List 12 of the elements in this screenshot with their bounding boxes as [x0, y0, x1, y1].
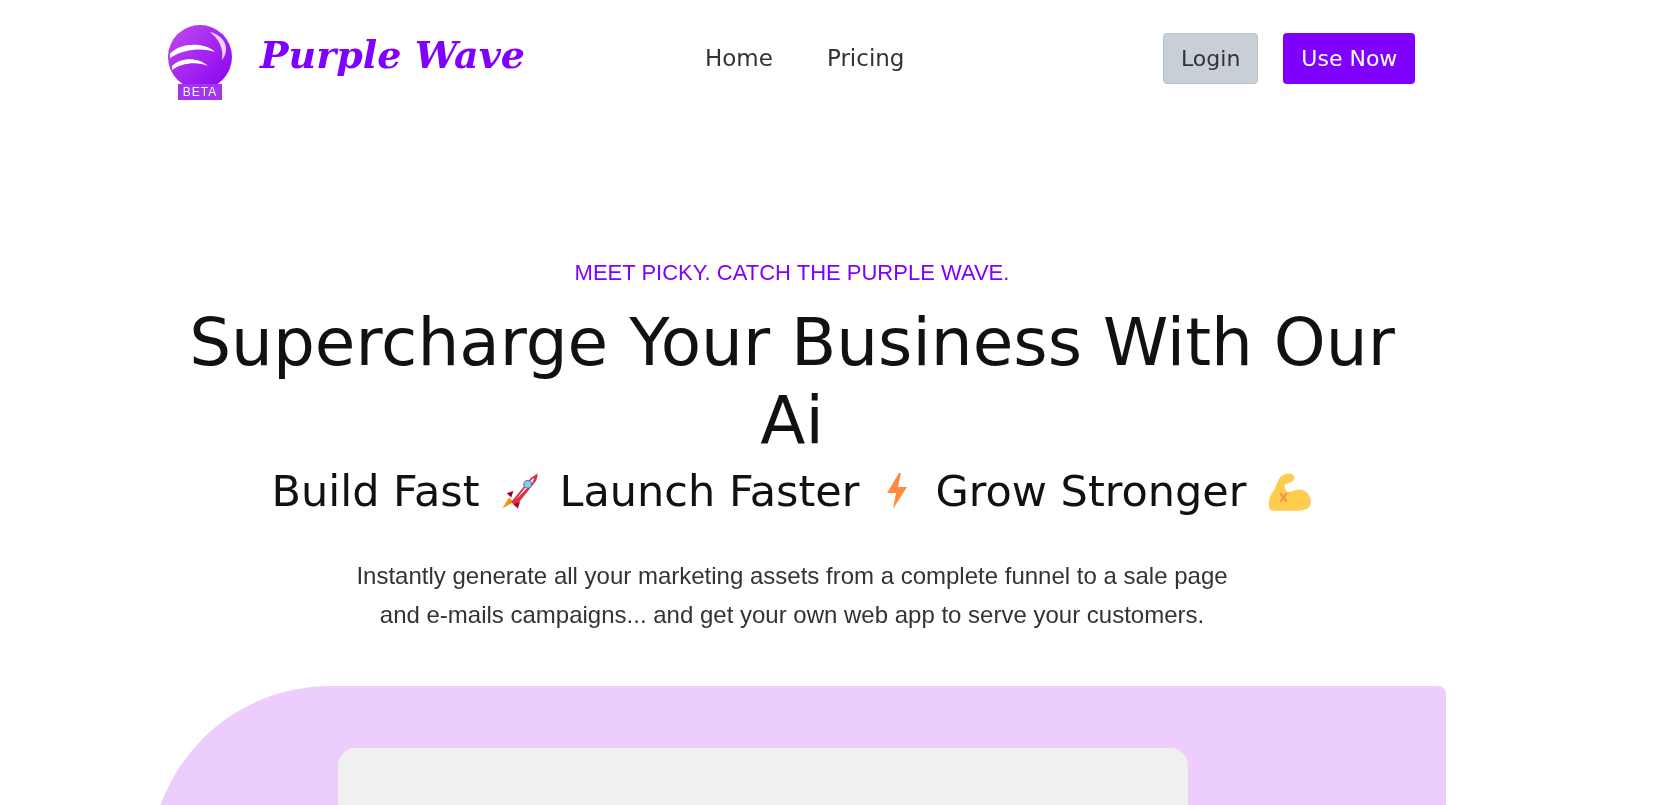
use-now-button[interactable]: Use Now: [1283, 32, 1416, 84]
tagline-text: Grow Stronger: [935, 466, 1247, 516]
nav-link[interactable]: Pricing: [826, 45, 905, 71]
login-button[interactable]: Login: [1163, 32, 1259, 84]
hero-title: Supercharge Your Business With Our Ai: [188, 304, 1396, 460]
tagline-text: Launch Faster: [559, 466, 860, 516]
beta-badge: BETA: [177, 84, 223, 100]
hero-description: Instantly generate all your marketing assets from a complete funnel to a sale page and e-mails campaigns... and get your own web app to serve your customers.: [355, 561, 1229, 630]
tagline-text: Build Fast: [271, 466, 480, 516]
eyebrow-text: MEET PICKY. CATCH THE PURPLE WAVE.: [574, 260, 1010, 286]
brand-name[interactable]: Purple Wave: [260, 31, 525, 77]
nav-link[interactable]: Home: [705, 45, 773, 71]
